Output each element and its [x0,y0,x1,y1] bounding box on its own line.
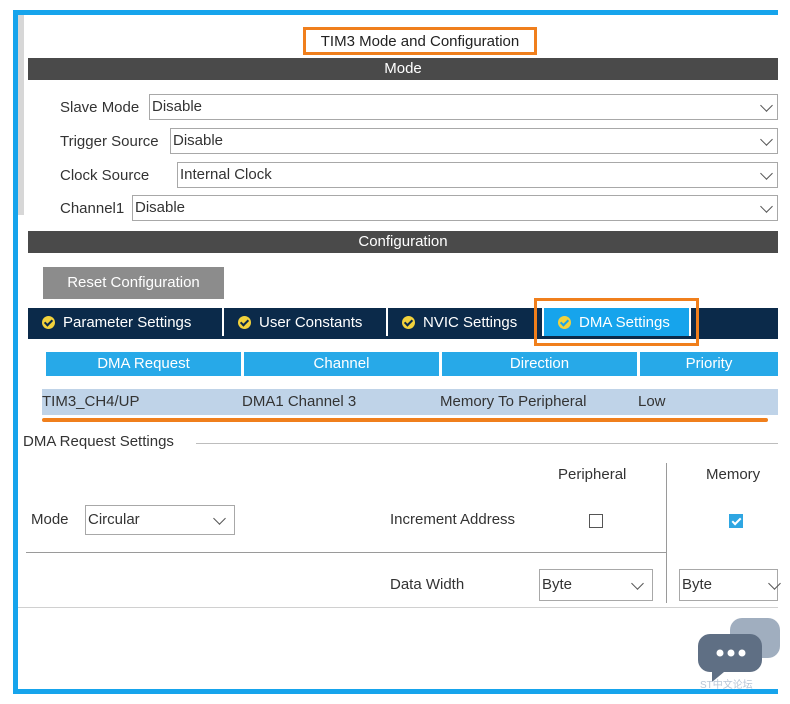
dma-tab-highlight [534,298,699,346]
chevron-down-icon [760,200,773,213]
cell-channel: DMA1 Channel 3 [242,393,357,410]
chevron-down-icon [760,133,773,146]
fieldset-border [196,443,778,444]
column-header-priority[interactable]: Priority [640,352,778,376]
chevron-down-icon [760,99,773,112]
chevron-down-icon [213,512,226,525]
mode-select[interactable]: Circular [85,505,235,535]
cell-direction: Memory To Peripheral [440,393,587,410]
mode-section-header: Mode [28,58,778,80]
mode-label: Mode [31,511,69,528]
trigger-source-value: Disable [173,132,224,149]
channel1-label: Channel1 [60,199,125,217]
peripheral-data-width-select[interactable]: Byte [539,569,653,601]
clock-source-select[interactable]: Internal Clock [177,162,778,188]
tab-user-constants[interactable]: User Constants [224,308,388,336]
memory-width-value: Byte [682,576,713,593]
memory-data-width-select[interactable]: Byte [679,569,781,601]
slave-mode-label: Slave Mode [60,98,140,116]
cell-dma-request: TIM3_CH4/UP [42,393,140,410]
channel1-value: Disable [135,199,186,216]
tab-label: Parameter Settings [63,313,192,331]
slave-mode-value: Disable [152,98,203,115]
slave-mode-select[interactable]: Disable [149,94,778,120]
reset-configuration-button[interactable]: Reset Configuration [43,267,224,299]
chevron-down-icon [768,577,781,590]
check-circle-icon [402,315,415,329]
tab-parameter-settings[interactable]: Parameter Settings [28,308,224,336]
chevron-down-icon [760,167,773,180]
configuration-section-header: Configuration [28,231,778,253]
clock-source-value: Internal Clock [180,166,272,183]
data-width-label: Data Width [390,576,465,593]
tab-label: User Constants [259,313,363,331]
cell-priority: Low [638,393,666,410]
clock-source-label: Clock Source [60,166,150,184]
column-header-dma-request[interactable]: DMA Request [46,352,241,376]
tab-nvic-settings[interactable]: NVIC Settings [388,308,544,336]
chevron-down-icon [631,577,644,590]
mode-value: Circular [88,511,140,528]
peripheral-column-label: Peripheral [558,466,627,483]
dma-request-settings-label: DMA Request Settings [23,433,174,450]
watermark-text: ST中文论坛 [700,680,753,691]
peripheral-width-value: Byte [542,576,573,593]
column-header-direction[interactable]: Direction [442,352,637,376]
check-circle-icon [42,315,55,329]
channel1-select[interactable]: Disable [132,195,778,221]
page-title: TIM3 Mode and Configuration [303,27,537,55]
increment-address-label: Increment Address [390,511,516,528]
memory-column-label: Memory [706,466,761,483]
left-edge-bar [18,15,24,215]
check-circle-icon [238,315,251,329]
trigger-source-label: Trigger Source [60,132,159,150]
memory-increment-checkbox[interactable] [729,514,743,528]
trigger-source-select[interactable]: Disable [170,128,778,154]
bottom-divider [18,607,778,608]
window-frame: TIM3 Mode and Configuration Mode Slave M… [13,10,781,694]
row-highlight-underline [42,418,768,422]
tab-label: NVIC Settings [423,313,518,331]
settings-divider [26,552,666,553]
peripheral-increment-checkbox[interactable] [589,514,603,528]
table-row[interactable] [42,389,778,415]
column-divider [666,463,667,603]
column-header-channel[interactable]: Channel [244,352,439,376]
